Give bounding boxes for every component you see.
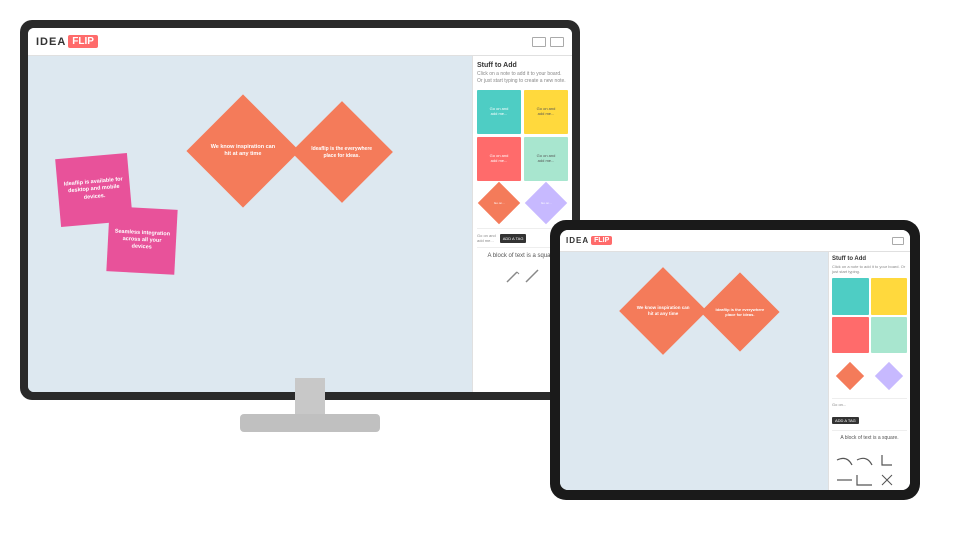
sidebar-note-1[interactable]: Go on andadd me... [477,90,521,134]
tablet: IDEA FLIP We know inspiration can hit at… [550,220,920,500]
monitor-note-4[interactable]: Seamless integration across all your dev… [106,206,177,274]
tablet-toolbar-icon1[interactable] [892,237,904,245]
monitor-stand-neck [295,378,325,418]
sidebar-note-diamond-1[interactable]: Go on... [478,182,520,224]
tablet-drawing-tools [832,450,907,490]
tablet-sidebar-tag-row: Go on... [832,402,907,407]
add-tag-button[interactable]: ADD A TAG [500,234,527,243]
tablet-sidebar-divider [832,398,907,399]
t-sidebar-note-4[interactable] [871,317,908,354]
t-sidebar-diamond-2[interactable] [871,357,908,394]
monitor-go-on-add: Go on andadd me... [477,233,496,243]
step-icon1[interactable] [882,455,892,465]
monitor-note-2[interactable]: Ideaflip is the everywhere place for ide… [291,101,393,203]
monitor-toolbar-icon2[interactable] [550,37,564,47]
monitor-sidebar-notes-grid: Go on andadd me... Go on andadd me... Go… [477,90,568,222]
monitor-screen: IDEA FLIP We know inspiration can hit at… [28,28,572,392]
monitor-sidebar-subtitle: Click on a note to add it to your board.… [477,71,568,84]
monitor-sidebar-title: Stuff to Add [477,62,568,69]
t-sidebar-diamond-1[interactable] [832,357,869,394]
sidebar-note-4[interactable]: Go on andadd me... [524,137,568,181]
tablet-sidebar-title: Stuff to Add [832,256,907,262]
tablet-logo-idea: IDEA [566,236,589,245]
sidebar-note-3[interactable]: Go on andadd me... [477,137,521,181]
tablet-toolbar: IDEA FLIP [560,230,910,252]
tablet-note-1[interactable]: We know inspiration can hit at any time [619,267,707,355]
step-icon2[interactable] [857,475,872,485]
monitor-note-1[interactable]: We know inspiration can hit at any time [186,94,299,207]
monitor-logo-idea: IDEA [36,36,66,48]
t-sidebar-note-3[interactable] [832,317,869,354]
tablet-sidebar: Stuff to Add Click on a note to add it t… [828,252,910,490]
monitor-stand-base [240,414,380,432]
tablet-drawing-icons [832,450,902,490]
tablet-canvas[interactable]: We know inspiration can hit at any time … [560,252,828,490]
tablet-toolbar-icons [892,237,904,245]
monitor-toolbar: IDEA FLIP [28,28,572,56]
t-sidebar-note-2[interactable] [871,278,908,315]
monitor-screen-border: IDEA FLIP We know inspiration can hit at… [20,20,580,400]
monitor-toolbar-icons [532,37,564,47]
monitor-toolbar-icon1[interactable] [532,37,546,47]
x-icon[interactable] [882,475,892,485]
tablet-sidebar-text-block: A block of text is a square. [832,435,907,442]
tablet-border: IDEA FLIP We know inspiration can hit at… [550,220,920,500]
sidebar-note-diamond-2[interactable]: Go on... [525,182,567,224]
tablet-sidebar-diamonds [832,357,907,394]
scene: IDEA FLIP We know inspiration can hit at… [0,0,960,540]
tablet-note-2[interactable]: Ideaflip is the everywhere place for ide… [700,272,779,351]
t-sidebar-note-1[interactable] [832,278,869,315]
pen-icon[interactable] [505,268,521,284]
tablet-screen: IDEA FLIP We know inspiration can hit at… [560,230,910,490]
tablet-add-tag-button[interactable]: ADD A TAG [832,417,859,424]
sidebar-note-2[interactable]: Go on andadd me... [524,90,568,134]
tablet-logo-flip: FLIP [591,236,612,245]
tablet-sidebar-notes [832,278,907,353]
curve-icon1[interactable] [837,458,852,465]
tablet-sidebar-divider2 [832,430,907,431]
monitor-logo-flip: FLIP [68,35,98,48]
monitor-canvas[interactable]: We know inspiration can hit at any time … [28,56,472,392]
tablet-sidebar-subtitle: Click on a note to add it to your board.… [832,264,907,274]
monitor: IDEA FLIP We know inspiration can hit at… [20,20,600,470]
curve-icon2[interactable] [857,458,872,465]
line-icon[interactable] [524,268,540,284]
